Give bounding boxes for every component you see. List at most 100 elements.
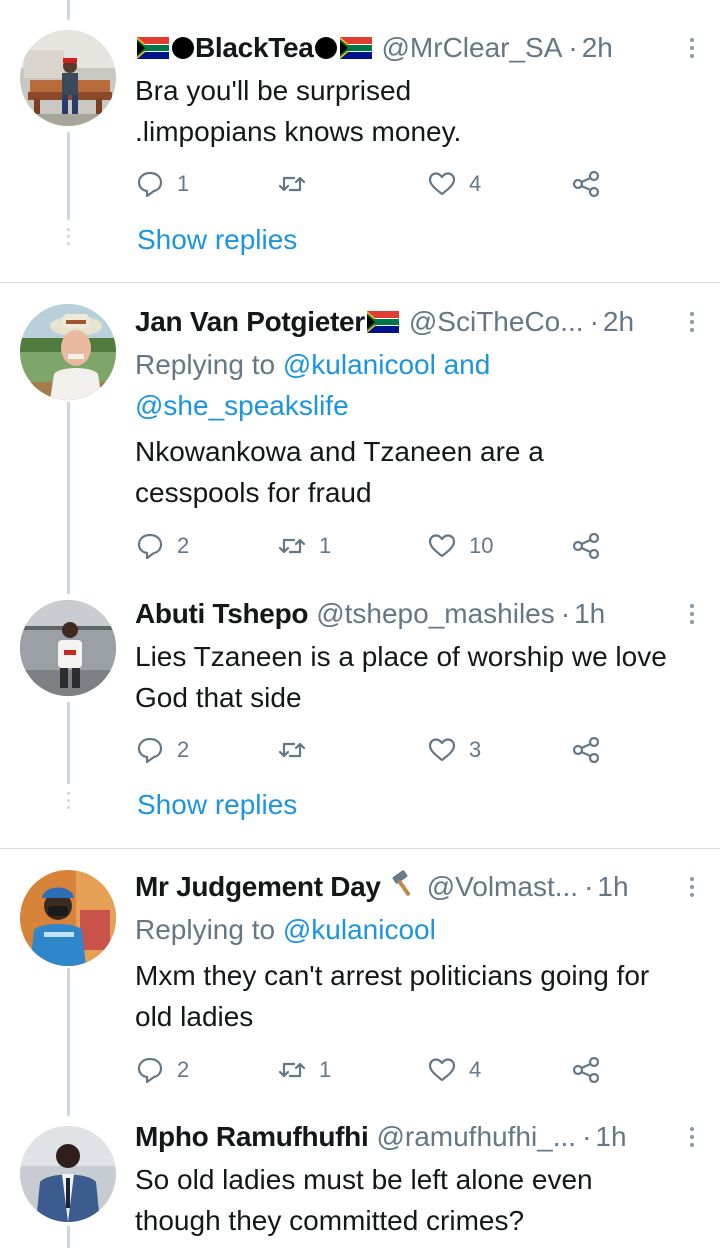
separator: · bbox=[589, 306, 599, 337]
share-icon bbox=[572, 736, 600, 764]
tweet-actions: 2 1 4 bbox=[135, 1052, 615, 1088]
display-name[interactable]: Mr Judgement Day bbox=[135, 871, 381, 903]
retweet-icon bbox=[278, 176, 306, 192]
more-options-icon[interactable] bbox=[682, 1119, 702, 1155]
replying-to: Replying to @kulanicool and @she_speaksl… bbox=[135, 344, 700, 426]
replying-to-label: Replying to bbox=[135, 349, 276, 380]
reply-icon bbox=[137, 737, 163, 764]
share-icon bbox=[572, 170, 600, 198]
reply-icon bbox=[137, 533, 163, 560]
reply-count: 2 bbox=[177, 737, 190, 762]
heart-icon bbox=[428, 172, 456, 196]
retweet-icon bbox=[278, 538, 306, 554]
south-africa-flag-icon bbox=[339, 37, 372, 59]
reply-count: 2 bbox=[177, 533, 190, 558]
divider bbox=[0, 282, 720, 283]
handle[interactable]: @tshepo_mashiles bbox=[316, 598, 555, 630]
black-circle-icon bbox=[314, 37, 337, 59]
tweet-text-line: Mxm they can't arrest politicians going … bbox=[135, 960, 650, 991]
avatar[interactable] bbox=[20, 1126, 116, 1222]
mention-link[interactable]: @kulanicool bbox=[283, 914, 436, 945]
heart-icon bbox=[428, 534, 456, 558]
timestamp[interactable]: 1h bbox=[595, 1121, 626, 1153]
like-button[interactable]: 10 bbox=[427, 528, 493, 564]
display-name[interactable]: Mpho Ramufhufhi bbox=[135, 1121, 369, 1153]
heart-icon bbox=[428, 738, 456, 762]
like-count: 4 bbox=[469, 171, 482, 196]
tweet-text-line: .limpopians knows money. bbox=[135, 116, 462, 147]
separator: · bbox=[568, 32, 578, 63]
timestamp[interactable]: 1h bbox=[574, 598, 605, 630]
tweet-header: Abuti Tshepo @tshepo_mashiles · 1h bbox=[135, 596, 702, 632]
share-button[interactable] bbox=[571, 166, 601, 202]
reply-button[interactable]: 2 bbox=[135, 1052, 189, 1088]
retweet-button[interactable]: 1 bbox=[277, 528, 331, 564]
south-africa-flag-icon bbox=[137, 37, 169, 59]
like-count: 4 bbox=[469, 1057, 482, 1082]
reply-count: 2 bbox=[177, 1057, 190, 1082]
more-options-icon[interactable] bbox=[682, 869, 702, 905]
avatar[interactable] bbox=[20, 870, 116, 966]
retweet-count: 1 bbox=[319, 533, 332, 558]
retweet-count: 1 bbox=[319, 1057, 332, 1082]
reply-count: 1 bbox=[177, 171, 190, 196]
handle[interactable]: @ramufhufhi_... bbox=[376, 1121, 576, 1153]
retweet-button[interactable] bbox=[277, 732, 319, 768]
thread-line bbox=[67, 402, 70, 594]
separator: · bbox=[560, 598, 571, 629]
tweet-actions: 2 3 bbox=[135, 732, 615, 768]
handle[interactable]: @MrClear_SA bbox=[382, 32, 563, 64]
display-name[interactable]: BlackTea bbox=[195, 32, 314, 64]
share-button[interactable] bbox=[571, 1052, 601, 1088]
handle[interactable]: @Volmast... bbox=[427, 871, 578, 903]
timestamp[interactable]: 2h bbox=[603, 306, 634, 338]
mention-link[interactable]: @kulanicool bbox=[283, 349, 436, 380]
share-button[interactable] bbox=[571, 528, 601, 564]
tweet-header: Mpho Ramufhufhi @ramufhufhi_... · 1h bbox=[135, 1119, 702, 1155]
retweet-icon bbox=[278, 1062, 306, 1078]
retweet-button[interactable] bbox=[277, 166, 319, 202]
like-button[interactable]: 4 bbox=[427, 166, 481, 202]
display-name[interactable]: Abuti Tshepo bbox=[135, 598, 309, 630]
reply-button[interactable]: 2 bbox=[135, 528, 189, 564]
tweet-text-line: old ladies bbox=[135, 1001, 254, 1032]
mention-link[interactable]: @she_speakslife bbox=[135, 390, 349, 421]
tweet-text: Lies Tzaneen is a place of worship we lo… bbox=[135, 636, 700, 718]
retweet-button[interactable]: 1 bbox=[277, 1052, 331, 1088]
share-icon bbox=[572, 1056, 600, 1084]
hammer-icon bbox=[389, 869, 419, 906]
show-replies-link[interactable]: Show replies bbox=[137, 224, 297, 256]
replying-to-label: Replying to bbox=[135, 914, 276, 945]
tweet-text-line: cesspools for fraud bbox=[135, 477, 372, 508]
avatar[interactable] bbox=[20, 30, 116, 126]
tweet-text-line: though they committed crimes? bbox=[135, 1205, 525, 1236]
share-button[interactable] bbox=[571, 732, 601, 768]
like-button[interactable]: 4 bbox=[427, 1052, 481, 1088]
like-count: 3 bbox=[469, 737, 482, 762]
divider bbox=[0, 848, 720, 849]
tweet-text: Mxm they can't arrest politicians going … bbox=[135, 955, 700, 1037]
more-options-icon[interactable] bbox=[682, 304, 702, 340]
more-options-icon[interactable] bbox=[682, 30, 702, 66]
avatar[interactable] bbox=[20, 600, 116, 696]
south-africa-flag-icon bbox=[366, 311, 399, 333]
thread-line bbox=[67, 0, 70, 20]
timestamp[interactable]: 2h bbox=[582, 32, 613, 64]
thread-line bbox=[67, 702, 70, 784]
like-button[interactable]: 3 bbox=[427, 732, 481, 768]
thread-more-dots bbox=[66, 228, 71, 249]
more-options-icon[interactable] bbox=[682, 596, 702, 632]
tweet-text-line: Bra you'll be surprised bbox=[135, 75, 412, 106]
handle[interactable]: @SciTheCo... bbox=[409, 306, 584, 338]
reply-button[interactable]: 1 bbox=[135, 166, 189, 202]
timestamp[interactable]: 1h bbox=[597, 871, 628, 903]
avatar[interactable] bbox=[20, 304, 116, 400]
thread-line bbox=[67, 968, 70, 1116]
display-name[interactable]: Jan Van Potgieter bbox=[135, 306, 365, 338]
tweet-text-line: Lies Tzaneen is a place of worship we lo… bbox=[135, 641, 667, 672]
show-replies-link[interactable]: Show replies bbox=[137, 789, 297, 821]
tweet-header: BlackTea @MrClear_SA · 2h bbox=[135, 30, 702, 66]
replying-to: Replying to @kulanicool bbox=[135, 909, 700, 950]
reply-button[interactable]: 2 bbox=[135, 732, 189, 768]
reply-icon bbox=[137, 171, 163, 198]
